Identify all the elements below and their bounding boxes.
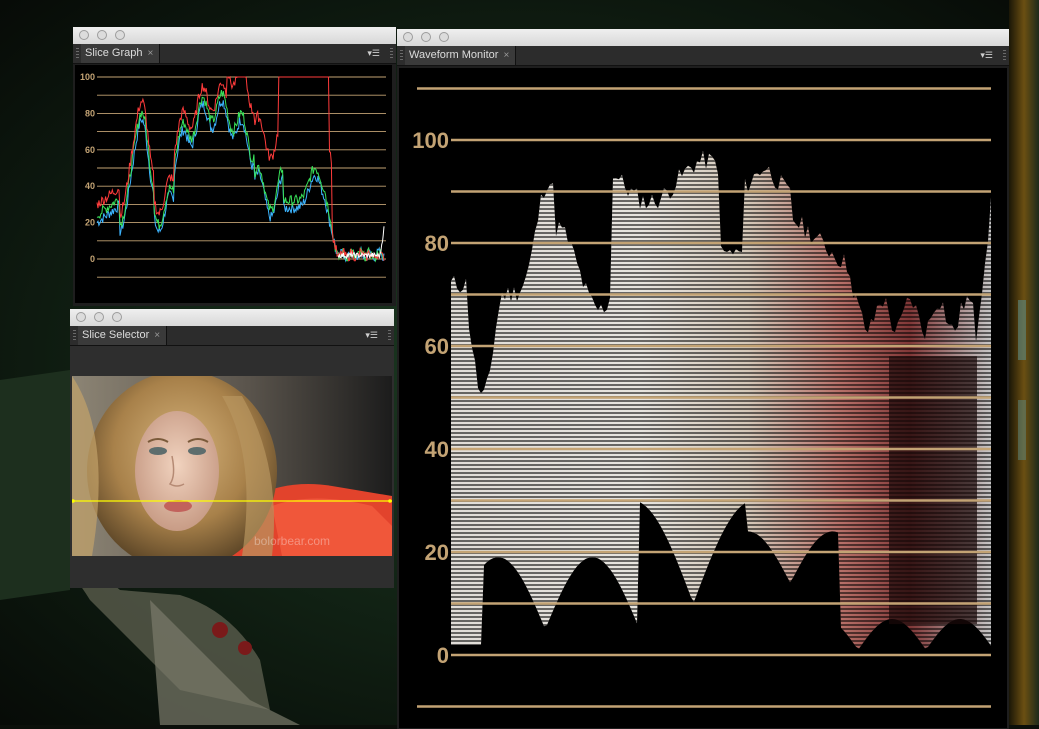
zoom-window-button[interactable] — [115, 30, 125, 40]
tab-label: Slice Graph — [85, 47, 143, 59]
slice-graph-scale-label: 80 — [85, 108, 95, 118]
zoom-window-button[interactable] — [112, 312, 122, 322]
slice-graph-traces — [96, 75, 385, 263]
panel-menu-icon[interactable]: ▾☰ — [365, 328, 378, 342]
tab-close-icon[interactable]: × — [147, 48, 153, 59]
tab-label: Waveform Monitor — [409, 49, 499, 61]
waveform-monitor-window[interactable]: Waveform Monitor × ▾☰ 100 80 60 40 20 0 — [397, 29, 1009, 729]
panel-menu-icon[interactable]: ▾☰ — [980, 48, 993, 62]
waveform-scale-label: 60 — [425, 334, 449, 359]
panel-grip-icon[interactable] — [73, 330, 76, 341]
waveform-scale-label: 20 — [425, 540, 449, 565]
waveform-scale-label: 80 — [425, 231, 449, 256]
slice-selector-titlebar[interactable] — [70, 309, 394, 327]
slice-graph-window[interactable]: Slice Graph × ▾☰ 100 80 60 40 20 0 — [73, 27, 396, 306]
slice-graph-scale-label: 0 — [90, 254, 95, 264]
tab-waveform-monitor[interactable]: Waveform Monitor × — [405, 46, 517, 65]
panel-menu-icon[interactable]: ▾☰ — [367, 46, 380, 60]
waveform-scale-label: 40 — [425, 437, 449, 462]
waveform-titlebar[interactable] — [397, 29, 1009, 47]
slice-graph-trace-blue — [96, 100, 385, 263]
panel-grip-icon[interactable] — [76, 48, 79, 59]
tab-label: Slice Selector — [82, 329, 150, 341]
panel-grip-icon[interactable] — [400, 50, 403, 61]
close-window-button[interactable] — [76, 312, 86, 322]
tab-slice-selector[interactable]: Slice Selector × — [78, 326, 168, 345]
slice-graph-scale-label: 40 — [85, 181, 95, 191]
slice-selector-window[interactable]: Slice Selector × ▾☰ bolorbear.com — [70, 309, 394, 588]
slice-selector-tabbar: Slice Selector × ▾☰ — [70, 326, 394, 346]
tab-slice-graph[interactable]: Slice Graph × — [81, 44, 161, 63]
slice-handle-right[interactable] — [388, 499, 392, 503]
slice-graph-scale-label: 20 — [85, 218, 95, 228]
zoom-window-button[interactable] — [439, 32, 449, 42]
slice-graph-plot: 100 80 60 40 20 0 — [75, 65, 392, 303]
panel-grip-icon[interactable] — [390, 48, 393, 59]
waveform-tabbar: Waveform Monitor × ▾☰ — [397, 46, 1009, 66]
slice-graph-scale-label: 100 — [80, 72, 95, 82]
slice-selector-body: bolorbear.com — [70, 346, 394, 588]
minimize-window-button[interactable] — [97, 30, 107, 40]
slice-graph-scale-labels: 100 80 60 40 20 0 — [80, 72, 95, 264]
slice-graph-tabbar: Slice Graph × ▾☰ — [73, 44, 396, 64]
portrait-thumbnail[interactable] — [72, 376, 392, 556]
watermark-text: bolorbear.com — [254, 534, 331, 548]
waveform-scale-label: 100 — [412, 128, 449, 153]
waveform-scale-labels: 100 80 60 40 20 0 — [412, 128, 449, 668]
minimize-window-button[interactable] — [421, 32, 431, 42]
slice-graph-trace-green — [96, 90, 385, 263]
tab-close-icon[interactable]: × — [503, 50, 509, 61]
close-window-button[interactable] — [79, 30, 89, 40]
minimize-window-button[interactable] — [94, 312, 104, 322]
waveform-trace — [451, 150, 991, 649]
slice-graph-trace-red — [96, 75, 385, 262]
close-window-button[interactable] — [403, 32, 413, 42]
slice-graph-scale-label: 60 — [85, 145, 95, 155]
panel-grip-icon[interactable] — [1003, 50, 1006, 61]
tab-close-icon[interactable]: × — [154, 330, 160, 341]
panel-grip-icon[interactable] — [388, 330, 391, 341]
waveform-scale-label: 0 — [437, 643, 449, 668]
waveform-plot: 100 80 60 40 20 0 — [399, 68, 1007, 728]
slice-graph-titlebar[interactable] — [73, 27, 396, 45]
slice-graph-gridlines — [97, 76, 386, 278]
